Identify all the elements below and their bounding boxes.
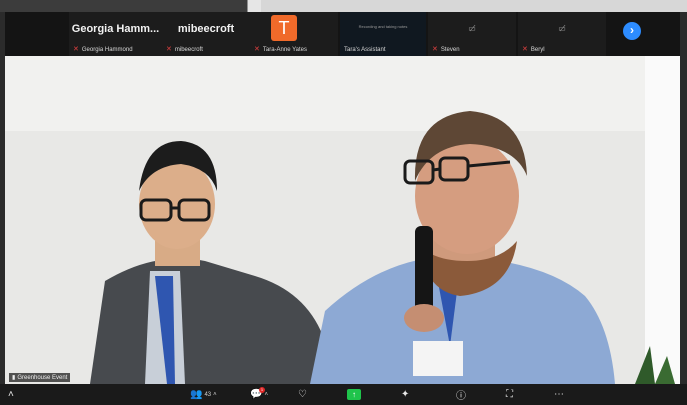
- participant-tile-steven[interactable]: ▭̸ ✕ Steven: [428, 12, 516, 56]
- main-video: ▮ Greenhouse Event: [5, 56, 680, 384]
- camera-off-icon: ▭̸: [558, 24, 566, 33]
- participants-count: 43: [204, 391, 212, 398]
- participant-display-name: mibeecroft: [177, 23, 235, 35]
- participant-tile-taras-assistant[interactable]: Recording and taking notes Tara's Assist…: [340, 12, 426, 56]
- speaker-name-tag: ▮ Greenhouse Event: [9, 373, 71, 382]
- heart-icon: ♡: [298, 389, 307, 400]
- next-page-arrow-icon[interactable]: ›: [623, 22, 641, 40]
- meeting-toolbar: ˄ 👥 43 ˄ 💬 1 ˄ ♡ ↑ ✦ ⓘ ⛶ ⋯: [0, 384, 687, 405]
- sparkle-icon: ✦: [401, 389, 410, 400]
- participants-icon: 👥: [190, 389, 203, 400]
- participant-name-label: ✕ Beryl: [522, 46, 545, 53]
- more-button[interactable]: ⋯: [554, 387, 564, 402]
- participant-name-label: ✕ mibeecroft: [166, 46, 203, 53]
- info-icon: ⓘ: [456, 391, 466, 402]
- speaker-video-frame: [5, 56, 680, 384]
- participant-tile-beryl[interactable]: ▭̸ ✕ Beryl: [518, 12, 606, 56]
- chevron-up-icon[interactable]: ˄: [213, 392, 217, 398]
- assistant-status-text: Recording and taking notes: [358, 24, 408, 29]
- participant-strip: Georgia Hamm... ✕ Georgia Hammond mibeec…: [5, 12, 680, 56]
- apps-icon: ⛶: [506, 389, 513, 400]
- participant-name-label: Tara's Assistant: [344, 47, 386, 53]
- mic-muted-icon: ✕: [432, 46, 438, 53]
- participant-display-name: Georgia Hamm...: [71, 23, 160, 35]
- more-dots-icon: ⋯: [554, 389, 564, 400]
- participant-tile-tara-anne[interactable]: T ✕ Tara-Anne Yates: [250, 12, 338, 56]
- apps-button[interactable]: ⛶: [506, 387, 513, 402]
- reactions-button[interactable]: ♡: [298, 387, 307, 402]
- camera-off-icon: ▭̸: [468, 24, 476, 33]
- participant-name-label: ✕ Steven: [432, 46, 460, 53]
- mic-muted-icon: ✕: [73, 46, 79, 53]
- chevron-up-icon[interactable]: ˄: [264, 392, 268, 398]
- info-button[interactable]: ⓘ: [456, 387, 466, 402]
- signal-bars-icon: ▮: [12, 375, 16, 381]
- chat-button[interactable]: 💬 1 ˄: [250, 387, 268, 402]
- mic-muted-icon: ✕: [522, 46, 528, 53]
- avatar: T: [271, 15, 297, 41]
- mic-muted-icon: ✕: [166, 46, 172, 53]
- participant-tile-mibeecroft[interactable]: mibeecroft ✕ mibeecroft: [162, 12, 250, 56]
- ai-companion-button[interactable]: ✦: [401, 387, 409, 402]
- chat-notification-badge: 1: [259, 387, 265, 393]
- participant-tile-georgia[interactable]: Georgia Hamm... ✕ Georgia Hammond: [69, 12, 162, 56]
- participant-name-label: ✕ Tara-Anne Yates: [254, 46, 308, 53]
- participants-button[interactable]: 👥 43 ˄: [190, 387, 217, 402]
- chevron-up-icon[interactable]: ˄: [8, 387, 14, 402]
- participant-name-label: ✕ Georgia Hammond: [73, 46, 133, 53]
- background-window-edge: [0, 0, 687, 12]
- share-screen-icon: ↑: [347, 389, 361, 400]
- share-screen-button[interactable]: ↑: [347, 387, 361, 402]
- mic-muted-icon: ✕: [254, 46, 260, 53]
